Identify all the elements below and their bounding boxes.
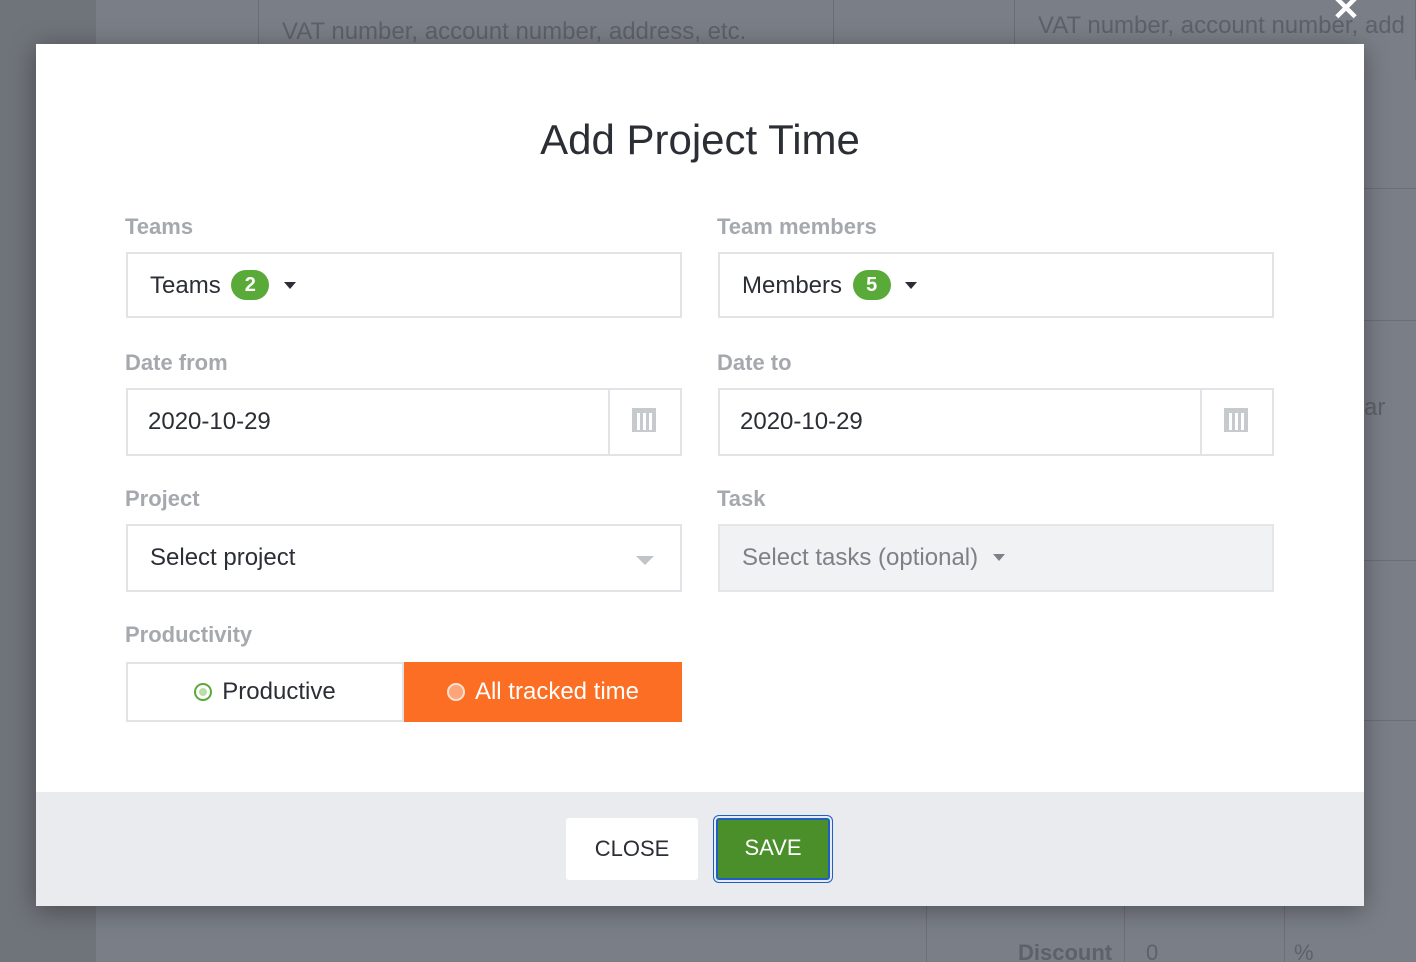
background-discount-value: 0: [1146, 940, 1159, 962]
productive-toggle[interactable]: Productive: [126, 662, 404, 722]
background-divider: [1124, 906, 1125, 962]
radio-icon: [194, 683, 213, 701]
team-members-label: Team members: [717, 214, 877, 239]
background-divider: [1364, 560, 1416, 561]
project-select[interactable]: Select project: [126, 524, 682, 592]
add-project-time-modal: Add Project Time Teams Teams 2 Team memb…: [36, 44, 1364, 906]
modal-footer: CLOSE SAVE: [36, 792, 1364, 906]
chevron-down-icon: [284, 282, 297, 289]
date-to-label: Date to: [717, 350, 792, 375]
close-button[interactable]: CLOSE: [566, 818, 698, 880]
radio-icon: [446, 683, 465, 701]
project-select-value: Select project: [150, 544, 296, 571]
chevron-down-icon: [905, 282, 918, 289]
background-placeholder-left: VAT number, account number, address, etc…: [282, 18, 747, 45]
task-label: Task: [717, 486, 766, 511]
background-bottom-panel: [926, 906, 1416, 962]
chevron-down-icon: [992, 554, 1005, 561]
save-button[interactable]: SAVE: [716, 818, 830, 880]
date-from-input[interactable]: 2020-10-29: [126, 388, 682, 456]
task-select-value: Select tasks (optional): [742, 544, 979, 571]
background-divider: [1284, 906, 1285, 962]
members-dropdown-text: Members: [742, 272, 843, 299]
date-from-calendar-button[interactable]: [608, 390, 680, 454]
all-tracked-time-toggle-label: All tracked time: [474, 678, 640, 705]
teams-dropdown-text: Teams: [150, 272, 221, 299]
task-select: Select tasks (optional): [718, 524, 1274, 592]
close-icon[interactable]: ✕: [1330, 0, 1362, 26]
productivity-label: Productivity: [125, 622, 253, 647]
date-from-value: 2020-10-29: [148, 408, 271, 435]
date-to-value: 2020-10-29: [740, 408, 863, 435]
calendar-icon: [1224, 408, 1248, 432]
teams-count-badge: 2: [231, 270, 270, 300]
task-select-content: Select tasks (optional): [742, 544, 1005, 572]
modal-title: Add Project Time: [540, 116, 860, 163]
teams-dropdown-content: Teams 2: [150, 270, 297, 300]
productive-toggle-label: Productive: [222, 678, 336, 705]
teams-dropdown[interactable]: Teams 2: [126, 252, 682, 318]
members-count-badge: 5: [852, 270, 891, 300]
calendar-icon: [632, 408, 656, 432]
members-dropdown[interactable]: Members 5: [718, 252, 1274, 318]
background-divider: [1364, 320, 1416, 321]
background-divider: [1364, 720, 1416, 721]
background-discount-unit: %: [1294, 940, 1314, 962]
date-from-label: Date from: [125, 350, 228, 375]
background-fragment: ar: [1364, 394, 1386, 421]
teams-label: Teams: [125, 214, 194, 239]
members-dropdown-content: Members 5: [742, 270, 918, 300]
background-divider: [1364, 188, 1416, 189]
all-tracked-time-toggle[interactable]: All tracked time: [404, 662, 682, 722]
date-to-input[interactable]: 2020-10-29: [718, 388, 1274, 456]
chevron-down-icon: [636, 556, 654, 565]
project-label: Project: [125, 486, 200, 511]
date-to-calendar-button[interactable]: [1200, 390, 1272, 454]
background-discount-label: Discount: [1018, 940, 1113, 962]
